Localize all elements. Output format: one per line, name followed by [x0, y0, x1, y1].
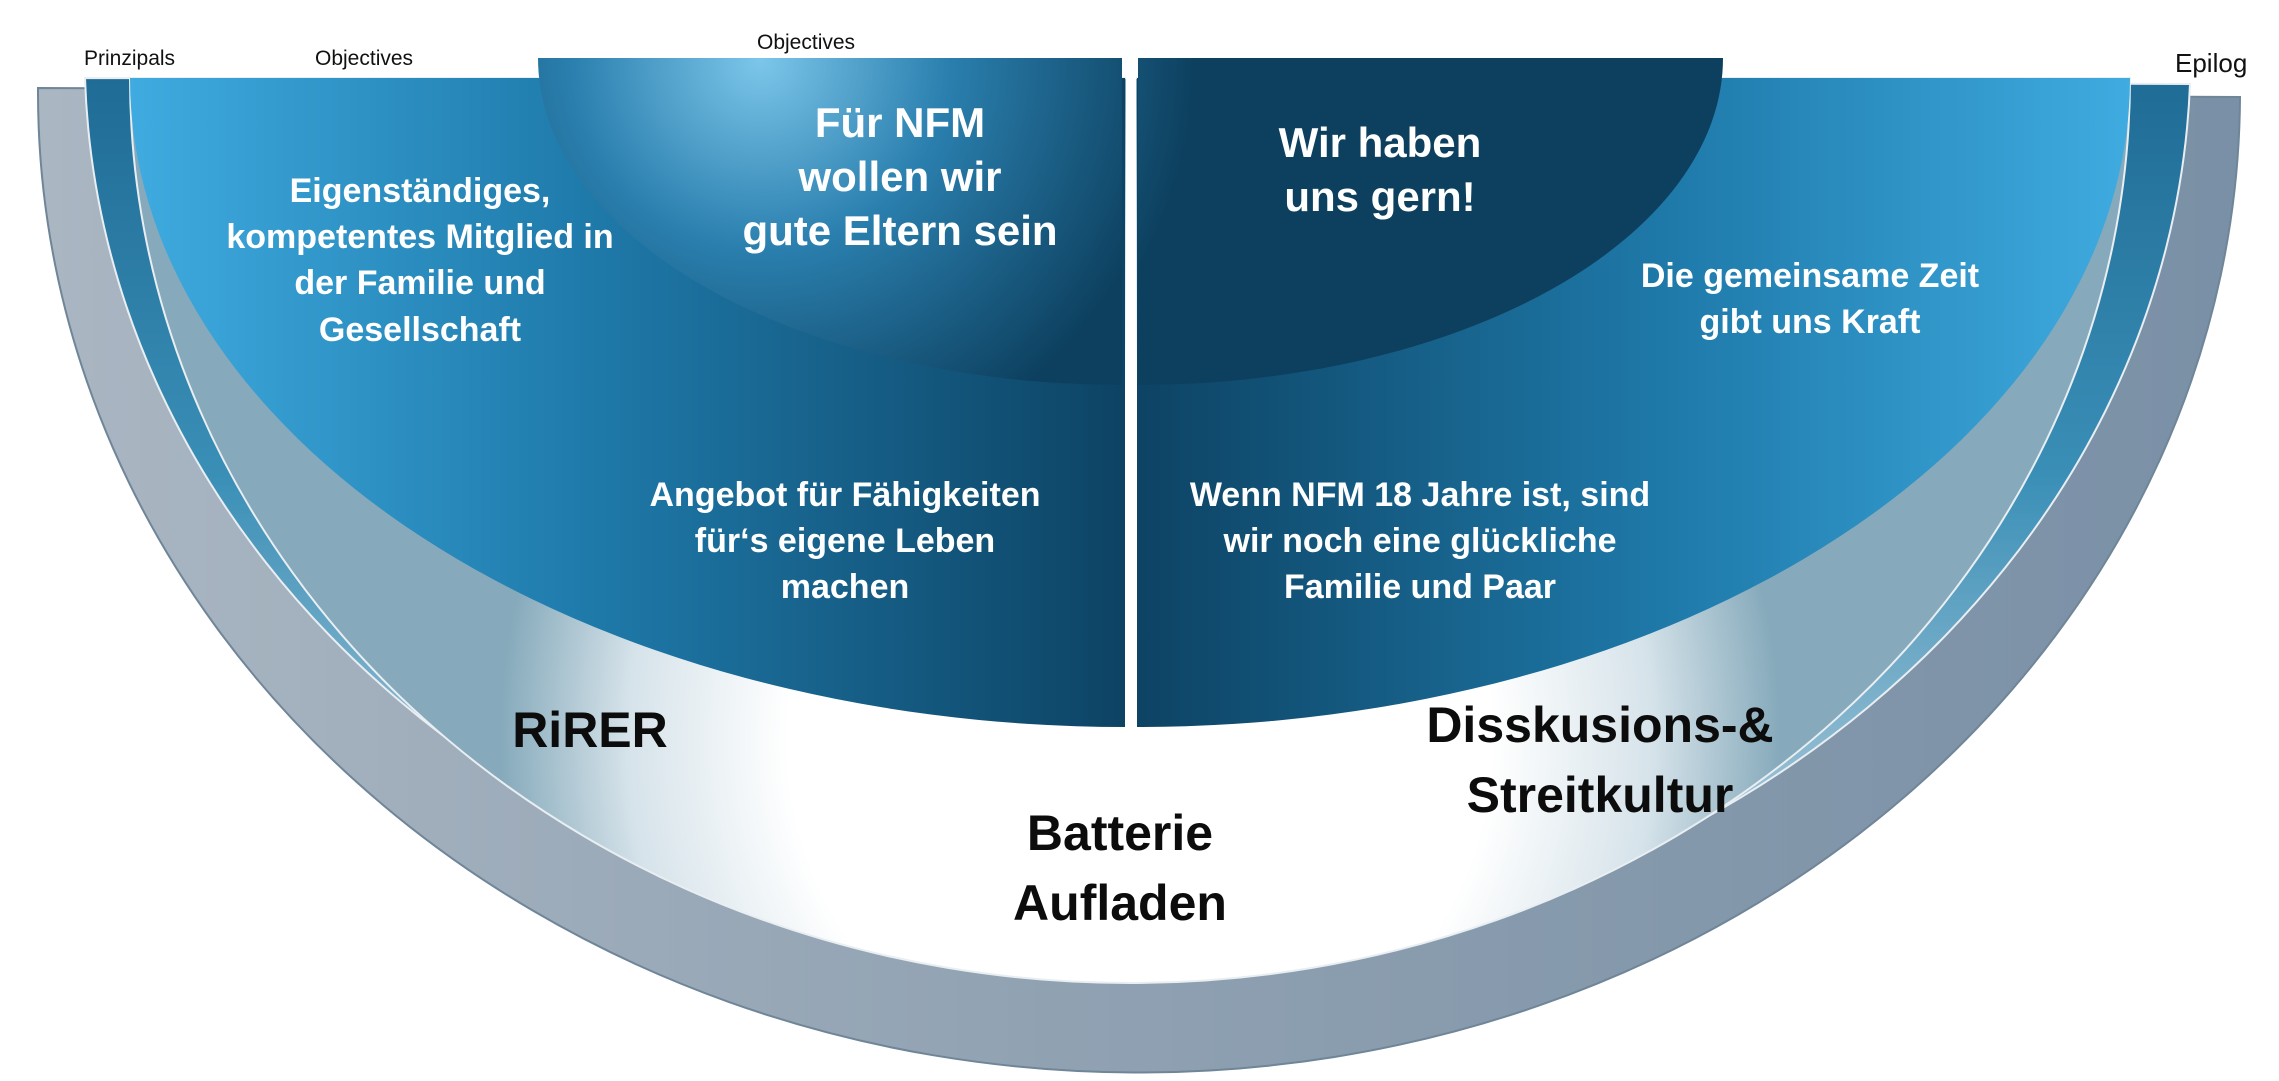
right-outer-line: gibt uns Kraft — [1699, 303, 1921, 342]
objectives-label-center: Objectives — [757, 31, 856, 54]
upper-left-line: wollen wir — [798, 152, 1002, 200]
right-outer-line: Die gemeinsame Zeit — [1640, 257, 1980, 295]
discussion-line: Streitkultur — [1466, 767, 1734, 823]
battery-line: Aufladen — [1013, 875, 1227, 931]
left-outer-line: Eigenständiges, — [289, 172, 551, 210]
objectives-label-left: Objectives — [315, 47, 414, 70]
right-inner-text: Wenn NFM 18 Jahre ist, sind wir noch ein… — [1160, 472, 1680, 611]
upper-right-line: Wir haben — [1278, 119, 1482, 166]
discussion-culture-label: Disskusions-& Streitkultur — [1380, 690, 1820, 830]
left-outer-line: der Familie und — [294, 264, 546, 303]
right-outer-text: Die gemeinsame Zeit gibt uns Kraft — [1580, 253, 2040, 345]
right-inner-line: Familie und Paar — [1283, 568, 1557, 607]
left-inner-line: Angebot für Fähigkeiten — [649, 476, 1041, 514]
epilog-label: Epilog — [2175, 48, 2248, 78]
prinzipals-label: Prinzipals — [84, 47, 176, 70]
left-outer-line: kompetentes Mitglied in — [226, 218, 614, 257]
left-inner-line: für‘s eigene Leben — [694, 522, 996, 561]
rirer-label: RiRER — [512, 702, 668, 758]
upper-left-text: Für NFM wollen wir gute Eltern sein — [700, 96, 1100, 257]
left-inner-line: machen — [780, 568, 910, 607]
upper-right-line: uns gern! — [1284, 172, 1476, 220]
upper-right-text: Wir haben uns gern! — [1180, 116, 1580, 224]
battery-line: Batterie — [1026, 805, 1214, 861]
battery-label: Batterie Aufladen — [960, 798, 1280, 938]
left-outer-line: Gesellschaft — [318, 310, 522, 349]
upper-left-line: gute Eltern sein — [742, 206, 1058, 254]
center-divider — [1126, 58, 1136, 728]
discussion-line: Disskusions-& — [1426, 697, 1774, 753]
right-inner-line: Wenn NFM 18 Jahre ist, sind — [1189, 476, 1651, 514]
right-inner-line: wir noch eine glückliche — [1223, 522, 1617, 561]
upper-left-line: Für NFM — [814, 99, 986, 146]
left-outer-text: Eigenständiges, kompetentes Mitglied in … — [190, 168, 650, 353]
left-inner-text: Angebot für Fähigkeiten für‘s eigene Leb… — [615, 472, 1075, 611]
